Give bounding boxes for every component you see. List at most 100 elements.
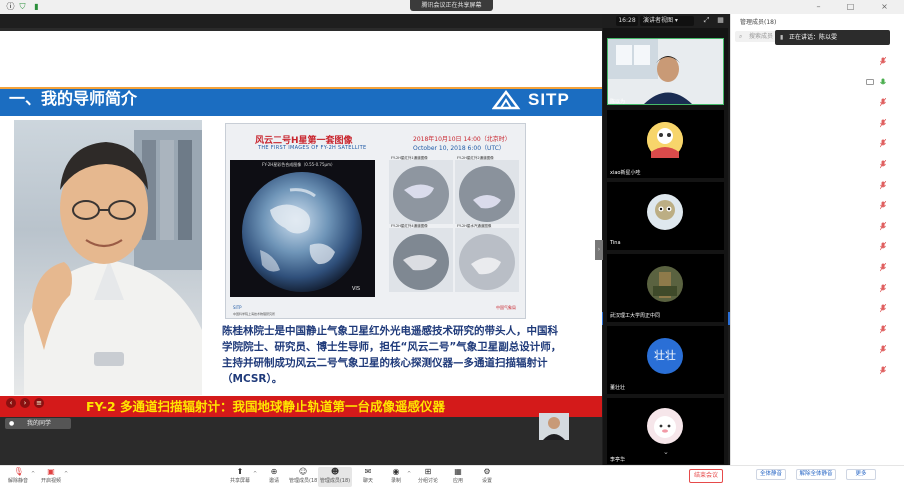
unmute-button[interactable]: 🎙 解除静音: [4, 467, 32, 487]
participant-row[interactable]: [731, 196, 904, 216]
maximize-icon[interactable]: □: [846, 2, 855, 11]
speaker-icon: ▮: [780, 34, 784, 41]
slide-menu-icon[interactable]: ≡: [34, 398, 44, 408]
invite-icon: ⊕: [270, 467, 278, 476]
participant-row[interactable]: [731, 299, 904, 319]
satellite-main-caption: FY-2H星彩色合成图像（0.55-0.75μm）: [262, 162, 335, 167]
breakout-icon: ⊞: [424, 467, 432, 476]
participant-row[interactable]: [731, 320, 904, 340]
breakout-button[interactable]: ⊞ 分组讨论: [414, 467, 442, 487]
satellite-panel-subtitle: THE FIRST IMAGES OF FY-2H SATELLITE: [258, 145, 367, 151]
sharing-status-pill[interactable]: 腾讯会议正在共享屏幕: [410, 0, 493, 11]
chevron-up-icon[interactable]: ^: [407, 471, 411, 477]
slide-prev-icon[interactable]: ‹: [6, 398, 16, 408]
participant-row[interactable]: [731, 279, 904, 299]
manage-members-label: 管理成员(18): [289, 478, 320, 484]
satellite-vis-label: VIS: [352, 286, 361, 292]
satellite-ir4-caption: FY-2H星红外4通道图像: [391, 224, 428, 228]
participant-row[interactable]: [731, 134, 904, 154]
fullscreen-icon[interactable]: ⤢: [702, 16, 711, 25]
share-screen-icon: ⬆: [236, 467, 244, 476]
participant-row[interactable]: [731, 73, 904, 93]
info-icon[interactable]: ⓘ: [6, 2, 15, 11]
apps-button[interactable]: ▦ 应用: [444, 467, 472, 487]
video-tile-4-name: 武汉理工大学周正中同: [610, 313, 661, 319]
participant-row[interactable]: [731, 52, 904, 72]
record-icon: ◉: [392, 467, 400, 476]
share-screen-button[interactable]: ⬆ 共享屏幕: [226, 467, 254, 487]
chevron-up-icon[interactable]: ^: [253, 471, 257, 477]
participant-row[interactable]: [731, 258, 904, 278]
video-tile-5-name: 董壮壮: [610, 385, 626, 391]
manage-members-button[interactable]: ☺ 管理成员(18): [289, 467, 320, 487]
close-icon[interactable]: ×: [880, 2, 889, 11]
mic-off-icon: 🎙: [13, 467, 24, 476]
shield-icon[interactable]: ⛉: [18, 2, 27, 11]
avatar: [647, 266, 683, 302]
presenter-video-thumb[interactable]: [539, 413, 569, 440]
start-video-label: 开启视频: [40, 478, 61, 484]
video-tile-2[interactable]: [607, 110, 724, 178]
chevron-up-icon[interactable]: ^: [64, 471, 68, 477]
end-meeting-button[interactable]: 结束会议: [689, 469, 723, 483]
slide-next-icon[interactable]: ›: [20, 398, 30, 408]
avatar: [647, 408, 683, 444]
chat-button[interactable]: ✉ 聊天: [354, 467, 382, 487]
start-video-button[interactable]: ▣ 开启视频: [37, 467, 65, 487]
video-tile-1-name: 陈以为: [610, 99, 626, 105]
satellite-panel-date-en: October 10, 2018 6:00（UTC）: [413, 145, 505, 152]
participant-row[interactable]: [731, 237, 904, 257]
search-placeholder: 搜索成员: [749, 33, 774, 40]
chat-icon: ✉: [364, 467, 372, 476]
presenter-label[interactable]: ● 我的同学: [5, 418, 71, 429]
chevron-down-icon: ▾: [673, 17, 678, 24]
chevron-up-icon[interactable]: ^: [31, 471, 35, 477]
signal-icon: ▮: [34, 2, 39, 11]
satellite-wv-caption: FY-2H星水汽通道图像: [457, 224, 492, 228]
satellite-footer-cma: 中国气象局: [496, 305, 516, 310]
presenter-name: 我的同学: [27, 420, 52, 427]
satellite-ir2-image: [455, 160, 519, 224]
participant-row[interactable]: [731, 114, 904, 134]
chevron-down-icon[interactable]: ⌄: [663, 448, 669, 456]
participant-row[interactable]: [731, 361, 904, 381]
record-label: 录制: [390, 478, 401, 484]
apps-label: 应用: [452, 478, 463, 484]
slide-banner-text: FY-2 多通道扫描辐射计：我国地球静止轨道第一台成像遥感仪器: [86, 399, 445, 414]
avatar: [647, 194, 683, 230]
manage-members-label: 管理成员(18): [319, 478, 351, 484]
window-title: 腾讯会议正在共享屏幕: [421, 2, 482, 9]
unmute-all-button[interactable]: 解除全体静音: [796, 469, 836, 480]
unmute-label: 解除静音: [7, 478, 28, 484]
mute-all-button[interactable]: 全体静音: [756, 469, 786, 480]
search-icon: ⌕: [739, 33, 743, 40]
participant-row[interactable]: [731, 340, 904, 360]
apps-icon: ▦: [454, 467, 462, 476]
more-button[interactable]: 更多: [846, 469, 876, 480]
manage-members-button[interactable]: ☻ 管理成员(18): [318, 467, 352, 487]
participant-row[interactable]: [731, 217, 904, 237]
collapse-video-panel[interactable]: ›: [595, 240, 603, 260]
presenter-icon: ●: [9, 420, 15, 427]
shared-screen-toolbar: [0, 14, 602, 28]
slide-title: 一、我的导师简介: [9, 89, 138, 108]
grid-icon[interactable]: ▦: [716, 16, 725, 25]
settings-button[interactable]: ⚙ 设置: [473, 467, 501, 487]
minimize-icon[interactable]: –: [814, 2, 823, 11]
view-mode-selector[interactable]: 演讲者视图 ▾: [640, 16, 694, 26]
video-tile-3[interactable]: [607, 182, 724, 250]
speaking-tooltip: ▮ 正在讲话：陈以雯: [775, 30, 890, 45]
participant-row[interactable]: [731, 155, 904, 175]
video-tile-1[interactable]: [607, 38, 724, 105]
avatar: [647, 122, 683, 158]
meeting-time: 16:28: [616, 16, 638, 26]
sitp-logo-text: SITP: [528, 90, 570, 109]
camera-off-icon: ▣: [47, 467, 55, 476]
breakout-label: 分组讨论: [417, 478, 438, 484]
satellite-ir1-caption: FY-2H星红外1通道图像: [391, 156, 428, 160]
record-button[interactable]: ◉ 录制: [382, 467, 410, 487]
invite-button[interactable]: ⊕ 邀请: [260, 467, 288, 487]
participant-row[interactable]: [731, 176, 904, 196]
participant-row[interactable]: [731, 93, 904, 113]
satellite-panel-date-cn: 2018年10月10日 14:00（北京时）: [413, 136, 511, 143]
